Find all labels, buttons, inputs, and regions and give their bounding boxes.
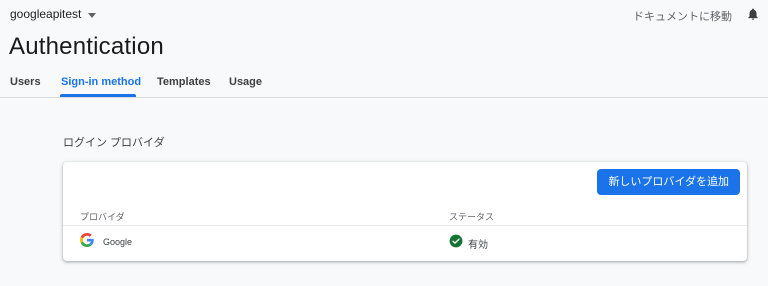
add-provider-button[interactable]: 新しいプロバイダを追加 [597, 169, 740, 195]
column-header-status: ステータス [449, 212, 495, 222]
caret-down-icon [88, 12, 97, 18]
active-tab-indicator [60, 94, 136, 97]
providers-card: 新しいプロバイダを追加 プロバイダ ステータス Google 有効 [63, 162, 747, 261]
check-circle-icon [449, 234, 463, 248]
project-selector[interactable]: googleapitest [10, 7, 97, 21]
status-text: 有効 [468, 240, 488, 251]
bell-icon[interactable] [746, 6, 760, 22]
docs-link[interactable]: ドキュメントに移動 [633, 8, 732, 24]
project-name: googleapitest [10, 7, 82, 21]
tab-sign-in-method[interactable]: Sign-in method [61, 76, 141, 88]
table-row[interactable]: Google 有効 [63, 226, 747, 261]
top-bar: googleapitest ドキュメントに移動 [0, 0, 768, 30]
column-header-provider: プロバイダ [80, 212, 125, 222]
page-title: Authentication [9, 33, 164, 60]
google-logo-icon [80, 233, 94, 247]
tab-usage[interactable]: Usage [229, 76, 262, 88]
tab-users[interactable]: Users [10, 76, 41, 88]
tab-bar: Users Sign-in method Templates Usage [0, 66, 768, 98]
tab-templates[interactable]: Templates [157, 76, 211, 88]
provider-name: Google [103, 237, 133, 247]
section-heading: ログイン プロバイダ [63, 137, 165, 149]
